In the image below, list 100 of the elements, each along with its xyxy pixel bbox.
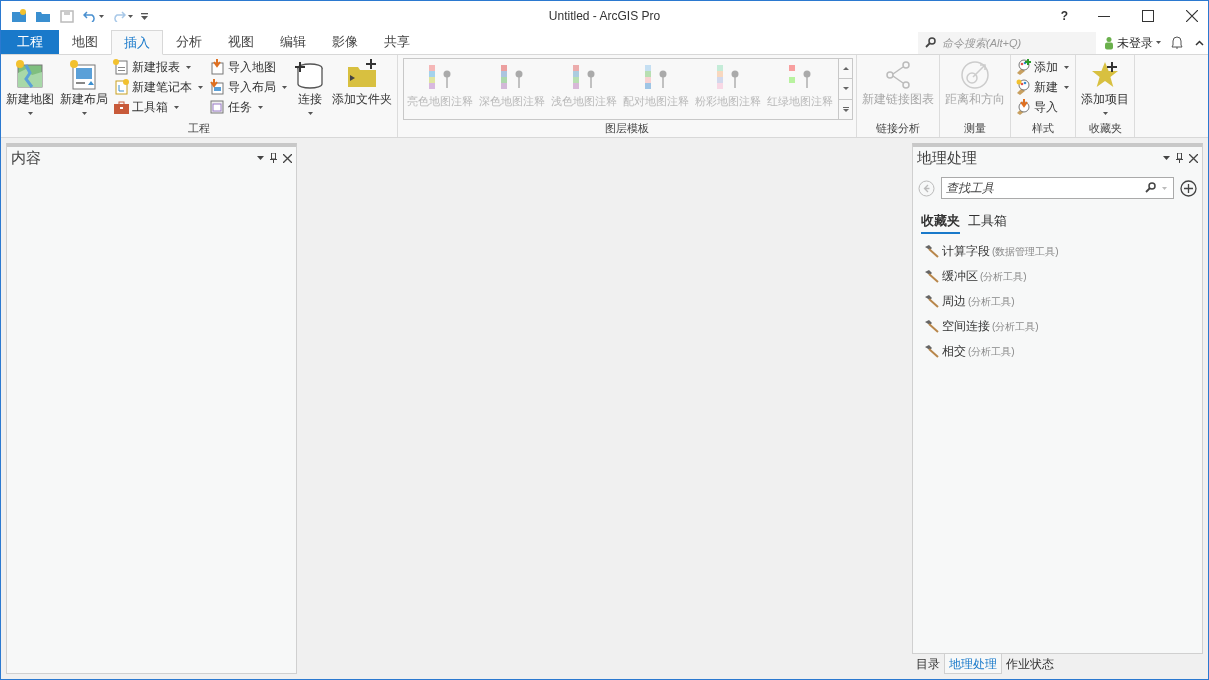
ribbon-icon: [209, 79, 225, 95]
hammer-icon: [923, 243, 939, 258]
user-menu[interactable]: 未登录: [1104, 33, 1161, 52]
ribbon-button[interactable]: 连接: [292, 58, 328, 121]
pane-tab[interactable]: 地理处理: [944, 654, 1002, 674]
pane-title: 内容: [11, 147, 41, 168]
caret-icon: [128, 14, 133, 18]
ribbon-icon: [113, 79, 129, 95]
caret-icon: [1102, 112, 1108, 115]
pane-tab[interactable]: 收藏夹: [921, 211, 960, 234]
gallery-down-icon[interactable]: [841, 86, 850, 92]
pin-icon[interactable]: [1176, 153, 1183, 163]
ribbon-tab[interactable]: 插入: [111, 30, 163, 55]
caret-icon: [307, 112, 313, 115]
ribbon-button[interactable]: 添加文件夹: [330, 58, 394, 121]
ribbon-tab[interactable]: 地图: [59, 30, 111, 54]
tool-name: 缓冲区: [942, 268, 978, 283]
caret-icon: [1064, 65, 1069, 69]
user-icon: [1104, 35, 1114, 50]
gallery-expand-icon[interactable]: [841, 106, 850, 112]
pane-options-icon[interactable]: [257, 156, 264, 160]
ribbon-tab[interactable]: 编辑: [267, 30, 319, 54]
ribbon-icon: [113, 99, 129, 115]
caret-icon: [282, 85, 287, 89]
ribbon-button[interactable]: 新建: [1015, 78, 1071, 96]
group-label: 收藏夹: [1088, 121, 1122, 135]
hammer-icon: [923, 268, 939, 283]
tool-search-field[interactable]: 查找工具: [941, 177, 1174, 199]
ribbon-button[interactable]: 新建报表: [113, 58, 205, 76]
tool-item[interactable]: 缓冲区 (分析工具): [923, 266, 1192, 285]
window-title: Untitled - ArcGIS Pro: [548, 9, 661, 23]
ribbon-tab[interactable]: 工程: [1, 30, 59, 54]
ribbon-button[interactable]: 新建地图: [4, 58, 56, 121]
tool-name: 周边: [942, 293, 966, 308]
ribbon-tab[interactable]: 分析: [163, 30, 215, 54]
collapse-ribbon-icon[interactable]: [1195, 39, 1204, 46]
tool-item[interactable]: 计算字段 (数据管理工具): [923, 241, 1192, 260]
command-search-field[interactable]: 命令搜索(Alt+Q): [918, 31, 1096, 54]
ribbon-button[interactable]: 工具箱: [113, 98, 205, 116]
template-icon: [643, 65, 669, 89]
ribbon-icon: [294, 59, 326, 91]
ribbon-tab[interactable]: 共享: [371, 30, 423, 54]
template-icon: [427, 65, 453, 89]
close-icon[interactable]: [1189, 153, 1198, 163]
pin-icon[interactable]: [270, 153, 277, 163]
ribbon-button[interactable]: 导入地图: [209, 58, 289, 76]
tool-item[interactable]: 相交 (分析工具): [923, 341, 1192, 360]
template-icon: [715, 65, 741, 89]
ribbon-icon: [209, 99, 225, 115]
pane-tab[interactable]: 目录: [912, 654, 944, 674]
caret-icon: [1156, 41, 1161, 44]
caret-icon: [1162, 187, 1167, 190]
ribbon-button[interactable]: 添加项目: [1079, 58, 1131, 121]
ribbon-icon: [113, 59, 129, 75]
ribbon-tab[interactable]: 影像: [319, 30, 371, 54]
ribbon-icon: [1015, 99, 1031, 115]
pane-tab[interactable]: 工具箱: [968, 211, 1007, 234]
caret-icon: [99, 14, 104, 18]
undo-icon[interactable]: [83, 10, 97, 22]
toolbox-name: (分析工具): [980, 270, 1027, 282]
group-label: 链接分析: [876, 121, 920, 135]
new-project-icon[interactable]: [11, 8, 27, 24]
hammer-icon: [923, 318, 939, 333]
caret-icon: [258, 105, 263, 109]
add-icon[interactable]: [1180, 179, 1197, 197]
search-icon: [1145, 182, 1156, 193]
group-label: 测量: [964, 121, 986, 135]
maximize-icon[interactable]: [1142, 10, 1154, 22]
caret-icon: [81, 112, 87, 115]
ribbon-button[interactable]: 新建笔记本: [113, 78, 205, 96]
ribbon-icon: [959, 59, 991, 91]
hammer-icon: [923, 293, 939, 308]
gallery-up-icon[interactable]: [841, 66, 850, 72]
help-button[interactable]: ?: [1060, 7, 1068, 25]
ribbon-button[interactable]: 新建布局: [58, 58, 110, 121]
pane-options-icon[interactable]: [1163, 156, 1170, 160]
ribbon-button[interactable]: 添加: [1015, 58, 1071, 76]
customize-toolbar-icon[interactable]: [141, 12, 148, 20]
caret-icon: [174, 105, 179, 109]
hammer-icon: [923, 343, 939, 358]
toolbox-name: (数据管理工具): [992, 245, 1059, 257]
close-icon[interactable]: [1186, 10, 1198, 22]
notifications-icon[interactable]: [1171, 36, 1183, 49]
tool-item[interactable]: 空间连接 (分析工具): [923, 316, 1192, 335]
ribbon-button[interactable]: 任务: [209, 98, 289, 116]
ribbon-icon: [1015, 79, 1031, 95]
caret-icon: [27, 112, 33, 115]
template-icon: [499, 65, 525, 89]
ribbon-button[interactable]: 导入: [1015, 98, 1071, 116]
toolbox-name: (分析工具): [968, 295, 1015, 307]
group-label: 图层模板: [605, 121, 649, 135]
pane-tab[interactable]: 作业状态: [1002, 654, 1058, 674]
toolbox-name: (分析工具): [992, 320, 1039, 332]
tool-item[interactable]: 周边 (分析工具): [923, 291, 1192, 310]
ribbon-tab[interactable]: 视图: [215, 30, 267, 54]
tool-name: 计算字段: [942, 243, 990, 258]
ribbon-icon: [14, 59, 46, 91]
close-icon[interactable]: [283, 153, 292, 163]
ribbon-button[interactable]: 导入布局: [209, 78, 289, 96]
group-label: 样式: [1032, 121, 1054, 135]
